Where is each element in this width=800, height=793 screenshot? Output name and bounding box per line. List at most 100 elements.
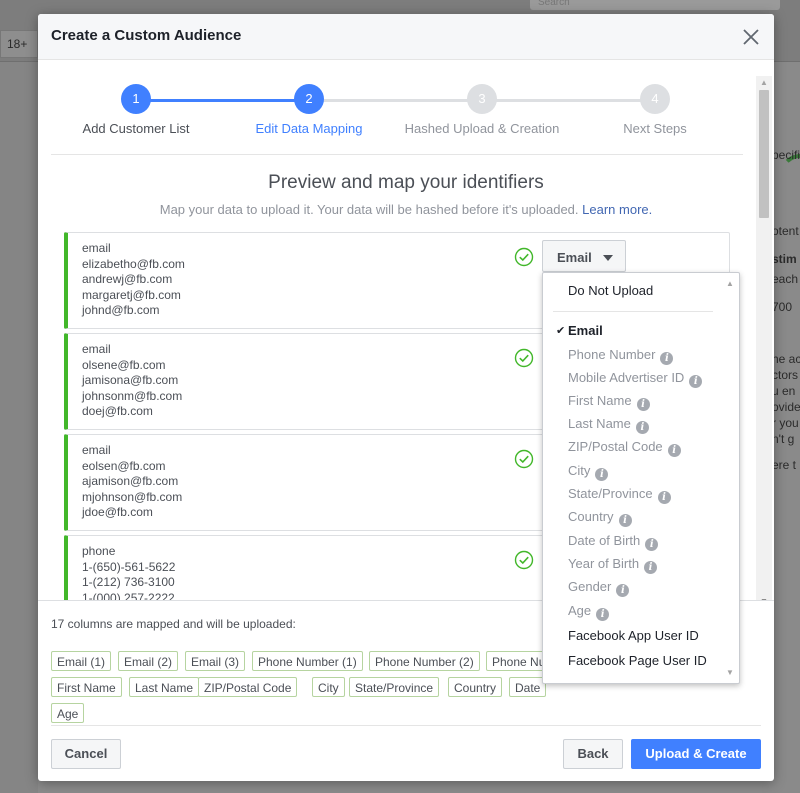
mapped-column-tag: Age [51, 703, 85, 723]
background-fragment: he ac [772, 352, 800, 366]
background-fragment: ovide [772, 400, 800, 414]
background-fragment: ctors [772, 368, 799, 382]
scroll-up-arrow-icon[interactable]: ▲ [760, 78, 768, 87]
menu-item-last-name[interactable]: Last Name i [543, 414, 723, 437]
modal-scrollbar[interactable]: ▲ ▼ [756, 76, 772, 608]
menu-item-label: City [568, 463, 591, 478]
mapped-column-tag: State/Province [349, 677, 440, 697]
column-value: 1-(212) 736-3100 [82, 575, 175, 589]
column-value: mjohnson@fb.com [82, 489, 183, 504]
column-value: eolsen@fb.com [82, 458, 166, 473]
menu-item-state-province[interactable]: State/Province i [543, 484, 723, 507]
menu-item-first-name[interactable]: First Name i [543, 391, 723, 414]
check-circle-icon [514, 348, 534, 368]
step-label: Hashed Upload & Creation [404, 121, 560, 136]
menu-item-label: Last Name [568, 416, 631, 431]
column-value: jamisona@fb.com [82, 373, 179, 387]
column-value: margaretj@fb.com [82, 287, 181, 302]
column-value: 1-(650)-561-5622 [82, 559, 176, 574]
mapped-column-tag: Country [448, 677, 503, 697]
menu-item-label: Gender [568, 579, 612, 594]
mapped-summary-label: 17 columns are mapped and will be upload… [51, 617, 296, 631]
learn-more-link[interactable]: Learn more. [582, 202, 652, 217]
menu-item-label: Do Not Upload [568, 283, 654, 298]
menu-item-label: Year of Birth [568, 556, 640, 571]
background-fragment: ere t [772, 458, 797, 472]
preview-subtitle-text: Map your data to upload it. Your data wi… [159, 202, 579, 217]
info-icon: i [645, 538, 659, 551]
step-1: 1 Add Customer List [56, 84, 216, 136]
check-circle-icon [514, 247, 534, 267]
column-preview: email eolsen@fb.com ajamison@fb.com mjohnso… [82, 443, 182, 521]
menu-item-phone-number[interactable]: Phone Number i [543, 345, 723, 368]
column-value: johnd@fb.com [82, 303, 160, 317]
menu-scroll-down-icon[interactable]: ▼ [726, 668, 734, 677]
menu-item-label: Facebook App User ID [568, 628, 699, 643]
close-icon [743, 29, 759, 45]
column-value: elizabetho@fb.com [82, 256, 185, 271]
scroll-thumb[interactable] [759, 90, 769, 218]
column-header: email [82, 241, 111, 255]
info-icon: i [689, 375, 703, 388]
step-2: 2 Edit Data Mapping [229, 84, 389, 136]
menu-item-zip-postal-code[interactable]: ZIP/Postal Code i [543, 437, 723, 460]
info-icon: i [660, 352, 674, 365]
background-fragment: 700 [772, 300, 793, 314]
preview-subtitle: Map your data to upload it. Your data wi… [38, 202, 774, 217]
menu-item-label: Email [568, 323, 603, 338]
step-4: 4 Next Steps [575, 84, 735, 136]
column-value: johnsonm@fb.com [82, 388, 183, 403]
background-fragment: u en [772, 384, 796, 398]
info-icon: i [596, 608, 610, 621]
info-icon: i [644, 561, 658, 574]
step-circle: 3 [467, 84, 497, 114]
column-preview: phone 1-(650)-561-5622 1-(212) 736-3100 1-(… [82, 544, 175, 600]
menu-item-label: Age [568, 603, 592, 618]
menu-item-facebook-page-user-id[interactable]: Facebook Page User ID [543, 651, 723, 674]
identifier-dropdown-menu: ▲ ▼ Do Not Upload ✔ Email Phone Number i Mobi… [542, 272, 740, 684]
menu-item-facebook-app-user-id[interactable]: Facebook App User ID [543, 626, 723, 649]
menu-scrollbar[interactable]: ▲ ▼ [721, 273, 739, 683]
close-button[interactable] [740, 26, 762, 48]
mapped-column-tag: Phone Number (2) [369, 651, 480, 671]
step-label: Edit Data Mapping [255, 121, 363, 136]
info-icon: i [635, 421, 649, 434]
menu-item-label: Phone Number [568, 347, 656, 362]
mapped-column-tag: Last Name [129, 677, 200, 697]
column-preview: email elizabetho@fb.com andrewj@fb.com marg… [82, 241, 185, 319]
menu-item-city[interactable]: City i [543, 461, 723, 484]
menu-item-mobile-advertiser-id[interactable]: Mobile Advertiser ID i [543, 368, 723, 391]
menu-item-do-not-upload[interactable]: Do Not Upload [543, 281, 723, 304]
menu-item-country[interactable]: Country i [543, 507, 723, 530]
back-button[interactable]: Back [563, 739, 623, 769]
info-icon: i [636, 398, 650, 411]
menu-scroll-up-icon[interactable]: ▲ [726, 279, 734, 288]
menu-item-label: Facebook Page User ID [568, 653, 707, 668]
info-icon: i [595, 468, 609, 481]
menu-item-label: ZIP/Postal Code [568, 439, 663, 454]
menu-item-date-of-birth[interactable]: Date of Birth i [543, 531, 723, 554]
background-search: Search [530, 0, 780, 10]
menu-item-age[interactable]: Age i [543, 601, 723, 624]
menu-separator [553, 311, 713, 312]
background-fragment: r you [772, 416, 799, 430]
identifier-dropdown[interactable]: Email [542, 240, 626, 272]
info-icon: i [618, 514, 632, 527]
mapped-column-tag: ZIP/Postal Code [198, 677, 298, 697]
column-header: phone [82, 544, 116, 558]
menu-item-email[interactable]: ✔ Email [543, 321, 723, 344]
menu-item-gender[interactable]: Gender i [543, 577, 723, 600]
info-icon: i [667, 444, 681, 457]
upload-create-button[interactable]: Upload & Create [631, 739, 761, 769]
background-fragment: n't g [772, 432, 795, 446]
background-fragment: stim [772, 252, 797, 266]
check-circle-icon [514, 550, 534, 570]
cancel-button[interactable]: Cancel [51, 739, 121, 769]
menu-item-label: First Name [568, 393, 632, 408]
background-left-panel [0, 62, 38, 793]
step-label: Next Steps [623, 121, 687, 136]
menu-item-year-of-birth[interactable]: Year of Birth i [543, 554, 723, 577]
column-value: ajamison@fb.com [82, 474, 179, 488]
step-circle: 2 [294, 84, 324, 114]
mapped-column-tag: Phone Number (1) [252, 651, 363, 671]
